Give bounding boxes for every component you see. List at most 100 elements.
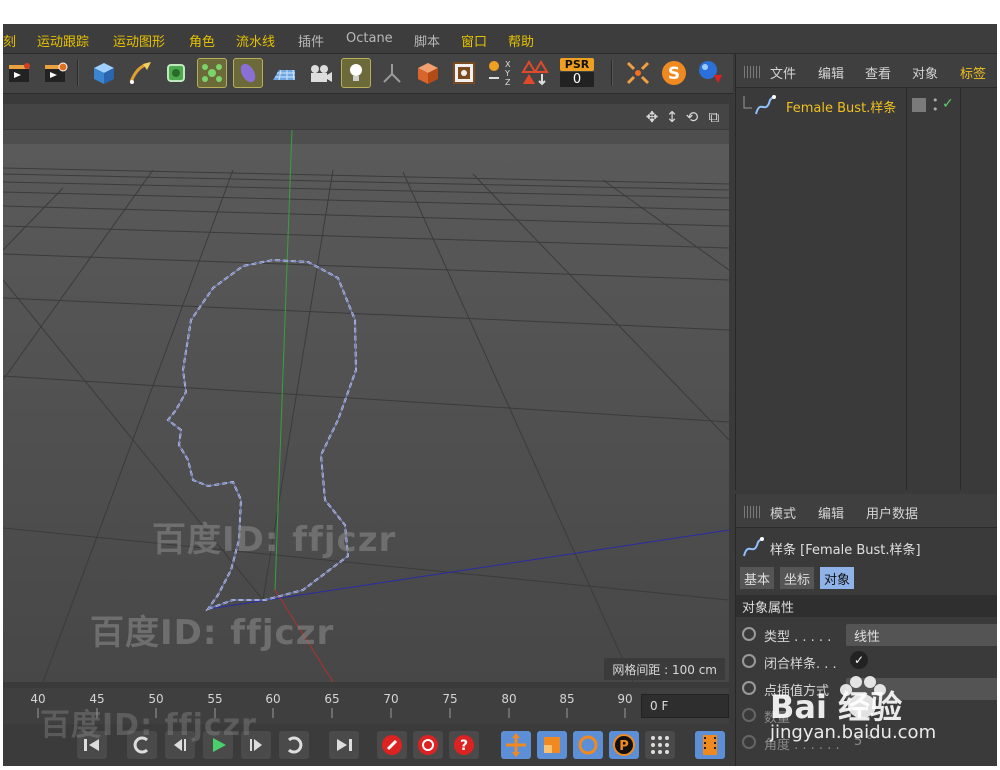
animate-radio[interactable] bbox=[742, 654, 756, 668]
floor-icon[interactable] bbox=[269, 58, 299, 88]
tab-edit[interactable]: 编辑 bbox=[818, 503, 844, 522]
animate-radio[interactable] bbox=[742, 735, 756, 749]
cube-icon[interactable] bbox=[89, 58, 119, 88]
tab-view[interactable]: 查看 bbox=[865, 63, 891, 82]
animate-radio[interactable] bbox=[742, 627, 756, 641]
current-frame-field[interactable]: 0 F bbox=[641, 694, 729, 718]
previous-frame-button[interactable] bbox=[165, 731, 195, 759]
go-to-start-button[interactable] bbox=[77, 731, 107, 759]
enabled-check-icon[interactable]: ✓ bbox=[942, 96, 954, 112]
autokey-button[interactable] bbox=[413, 731, 443, 759]
menu-item-window[interactable]: 窗口 bbox=[461, 31, 487, 50]
timeline-tick-label: 85 bbox=[559, 692, 575, 706]
tab-edit[interactable]: 编辑 bbox=[818, 63, 844, 82]
timeline-ruler[interactable]: 40 45 50 55 60 65 70 75 80 85 90 0 F bbox=[3, 688, 729, 724]
3d-viewport[interactable]: ✥ ↕ ⟲ ⧉ 网格间距: 100 cm bbox=[3, 104, 729, 682]
spline-object-icon bbox=[743, 95, 776, 115]
timeline-tick-label: 70 bbox=[383, 692, 399, 706]
character-joint-icon[interactable] bbox=[377, 58, 407, 88]
timeline-window-button[interactable] bbox=[695, 731, 725, 759]
grid-spacing-readout: 网格间距 : 100 cm bbox=[604, 658, 725, 680]
menu-item-octane[interactable]: Octane bbox=[346, 31, 393, 46]
render-view-icon[interactable] bbox=[5, 58, 35, 88]
make-editable-icon[interactable] bbox=[413, 58, 443, 88]
go-to-end-button[interactable] bbox=[329, 731, 359, 759]
drop-to-floor-icon[interactable] bbox=[695, 58, 725, 88]
camera-icon[interactable] bbox=[305, 58, 335, 88]
viewport-canvas[interactable] bbox=[3, 130, 729, 682]
menu-item-keyframe[interactable]: 刻 bbox=[3, 31, 16, 50]
timeline-tick-label: 40 bbox=[30, 692, 46, 706]
rotate-view-icon[interactable]: ⟲ bbox=[683, 108, 701, 126]
deformer-icon[interactable] bbox=[233, 58, 263, 88]
layer-icon[interactable] bbox=[912, 98, 926, 112]
interpolation-dropdown[interactable] bbox=[846, 678, 997, 700]
property-label: 类型 . . . . . bbox=[764, 630, 832, 645]
pen-spline-icon[interactable] bbox=[125, 58, 155, 88]
panel-grip-icon[interactable] bbox=[744, 66, 760, 78]
position-key-button[interactable] bbox=[501, 731, 531, 759]
record-keys-button[interactable] bbox=[377, 731, 407, 759]
animate-radio[interactable] bbox=[742, 681, 756, 695]
spline-object-icon bbox=[743, 537, 764, 557]
coordinate-lock-icon[interactable] bbox=[521, 58, 551, 88]
viewport-header: ✥ ↕ ⟲ ⧉ bbox=[3, 104, 729, 130]
keyframe-selection-button[interactable]: ? bbox=[449, 731, 479, 759]
tab-file[interactable]: 文件 bbox=[770, 63, 796, 82]
next-keyframe-button[interactable] bbox=[279, 731, 309, 759]
move-view-icon[interactable]: ✥ bbox=[643, 108, 661, 126]
point-level-key-button[interactable] bbox=[645, 731, 675, 759]
previous-keyframe-button[interactable] bbox=[127, 731, 157, 759]
scale-key-button[interactable] bbox=[537, 731, 567, 759]
rotation-key-button[interactable] bbox=[573, 731, 603, 759]
visibility-dots-icon[interactable]: • • bbox=[932, 95, 939, 115]
object-manager-header: 文件 编辑 查看 对象 标签 bbox=[736, 54, 997, 88]
psr-display[interactable]: PSR 0 bbox=[559, 58, 595, 88]
tab-object[interactable]: 对象 bbox=[820, 567, 855, 589]
tab-objects[interactable]: 对象 bbox=[912, 63, 938, 82]
subdivision-surface-icon[interactable] bbox=[161, 58, 191, 88]
attribute-manager-header: 模式 编辑 用户数据 bbox=[736, 494, 997, 528]
tab-tags[interactable]: 标签 bbox=[960, 63, 986, 82]
menu-item-motion-tracking[interactable]: 运动跟踪 bbox=[37, 31, 89, 50]
toggle-view-icon[interactable]: ⧉ bbox=[705, 108, 723, 126]
tab-basic[interactable]: 基本 bbox=[740, 567, 775, 589]
play-button[interactable] bbox=[203, 731, 233, 759]
menu-item-character[interactable]: 角色 bbox=[189, 31, 215, 50]
object-row-female-bust[interactable]: Female Bust.样条 • • ✓ bbox=[742, 94, 992, 118]
menu-item-mograph[interactable]: 运动图形 bbox=[113, 31, 165, 50]
close-spline-checkbox[interactable]: ✓ bbox=[850, 651, 868, 669]
property-label: 闭合样条. . . bbox=[764, 657, 837, 672]
render-settings-icon[interactable] bbox=[41, 58, 71, 88]
object-manager-panel: 文件 编辑 查看 对象 标签 Female Bust.样条 • • ✓ bbox=[735, 54, 997, 490]
zoom-view-icon[interactable]: ↕ bbox=[663, 108, 681, 126]
psr-label: PSR bbox=[560, 58, 594, 71]
menu-item-pipeline[interactable]: 流水线 bbox=[236, 31, 275, 50]
type-dropdown[interactable]: 线性 bbox=[846, 624, 997, 646]
parameter-key-button[interactable]: P bbox=[609, 731, 639, 759]
panel-grip-icon[interactable] bbox=[744, 506, 760, 518]
cloner-icon[interactable] bbox=[197, 58, 227, 88]
toolbar-separator bbox=[77, 60, 79, 86]
light-icon[interactable] bbox=[341, 58, 371, 88]
tab-mode[interactable]: 模式 bbox=[770, 503, 796, 522]
property-close-spline: 闭合样条. . . ✓ bbox=[740, 651, 996, 673]
menu-item-plugins[interactable]: 插件 bbox=[298, 31, 324, 50]
animate-radio[interactable] bbox=[742, 708, 756, 722]
menu-item-script[interactable]: 脚本 bbox=[414, 31, 440, 50]
angle-field[interactable]: 5 ° bbox=[846, 732, 997, 754]
number-field[interactable]: 8 bbox=[846, 705, 997, 727]
tab-coord[interactable]: 坐标 bbox=[780, 567, 815, 589]
main-toolbar: XYZ PSR 0 S bbox=[3, 54, 733, 94]
tab-user-data[interactable]: 用户数据 bbox=[866, 503, 918, 522]
cinema4d-window: 刻 运动跟踪 运动图形 角色 流水线 插件 Octane 脚本 窗口 帮助 X … bbox=[3, 24, 997, 766]
next-frame-button[interactable] bbox=[241, 731, 271, 759]
axis-xyz-icon[interactable]: XYZ bbox=[485, 58, 515, 88]
snap-icon[interactable] bbox=[623, 58, 653, 88]
render-picture-icon[interactable] bbox=[449, 58, 479, 88]
s-plugin-icon[interactable]: S bbox=[659, 58, 689, 88]
menu-item-help[interactable]: 帮助 bbox=[508, 31, 534, 50]
timeline-ticks bbox=[37, 708, 626, 718]
object-name[interactable]: Female Bust.样条 bbox=[786, 97, 896, 116]
timeline-tick-label: 90 bbox=[617, 692, 633, 706]
